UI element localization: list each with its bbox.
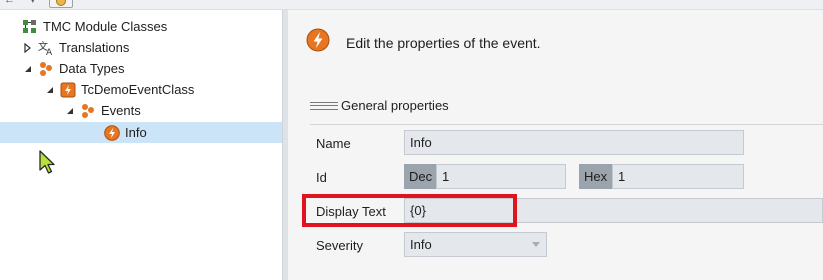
group-handle-icon bbox=[310, 102, 338, 110]
data-types-icon bbox=[38, 61, 54, 77]
group-title: General properties bbox=[341, 98, 449, 113]
tree-item-label: Info bbox=[125, 125, 147, 140]
tree-item-tmc-module-classes[interactable]: TMC Module Classes bbox=[6, 16, 167, 37]
tree-item-label: TMC Module Classes bbox=[43, 19, 168, 34]
expand-arrow-icon[interactable] bbox=[22, 42, 34, 54]
id-hex-field[interactable]: 1 bbox=[612, 164, 744, 189]
event-lightning-icon bbox=[104, 124, 120, 141]
chevron-down-icon[interactable] bbox=[532, 242, 540, 247]
module-classes-icon bbox=[22, 19, 38, 35]
name-label: Name bbox=[316, 136, 351, 151]
tree-item-label: Data Types bbox=[59, 61, 125, 76]
tree-item-label: TcDemoEventClass bbox=[81, 82, 195, 97]
hex-tag: Hex bbox=[579, 164, 612, 189]
tree-item-events[interactable]: Events bbox=[64, 100, 141, 121]
severity-dropdown[interactable]: Info bbox=[404, 232, 547, 257]
severity-value: Info bbox=[410, 237, 432, 252]
display-text-highlight bbox=[302, 194, 517, 227]
tree-item-info[interactable]: Info bbox=[0, 122, 282, 143]
solution-tree: TMC Module Classes 文 A Translations Data… bbox=[0, 10, 282, 280]
collapse-arrow-icon[interactable] bbox=[64, 105, 76, 117]
properties-panel: Edit the properties of the event. Genera… bbox=[288, 10, 823, 280]
id-dec-field[interactable]: 1 bbox=[436, 164, 566, 189]
tree-item-label: Translations bbox=[59, 40, 130, 55]
tree-item-translations[interactable]: 文 A Translations bbox=[22, 37, 129, 58]
mouse-cursor-icon bbox=[38, 150, 56, 176]
collapse-arrow-icon[interactable] bbox=[22, 63, 34, 75]
id-label: Id bbox=[316, 170, 327, 185]
toolbar-button-icon bbox=[56, 0, 66, 6]
page-description: Edit the properties of the event. bbox=[346, 35, 541, 51]
group-divider bbox=[310, 124, 823, 125]
event-class-icon bbox=[60, 82, 76, 98]
event-lightning-icon bbox=[306, 28, 330, 52]
name-field[interactable]: Info bbox=[404, 130, 744, 155]
svg-text:A: A bbox=[46, 48, 53, 56]
translations-icon: 文 A bbox=[38, 40, 54, 56]
dropdown-arrow-icon[interactable]: ▾ bbox=[30, 0, 42, 6]
collapse-arrow-icon[interactable] bbox=[44, 84, 56, 96]
events-icon bbox=[80, 103, 96, 119]
tree-item-label: Events bbox=[101, 103, 141, 118]
toolbar-button[interactable] bbox=[49, 0, 73, 8]
tree-item-tcdemoeventclass[interactable]: TcDemoEventClass bbox=[44, 79, 194, 100]
tree-item-data-types[interactable]: Data Types bbox=[22, 58, 125, 79]
dec-tag: Dec bbox=[404, 164, 436, 189]
severity-label: Severity bbox=[316, 238, 363, 253]
back-arrow-icon[interactable]: ← bbox=[4, 0, 16, 6]
toolbar: ← ▾ bbox=[0, 0, 823, 10]
